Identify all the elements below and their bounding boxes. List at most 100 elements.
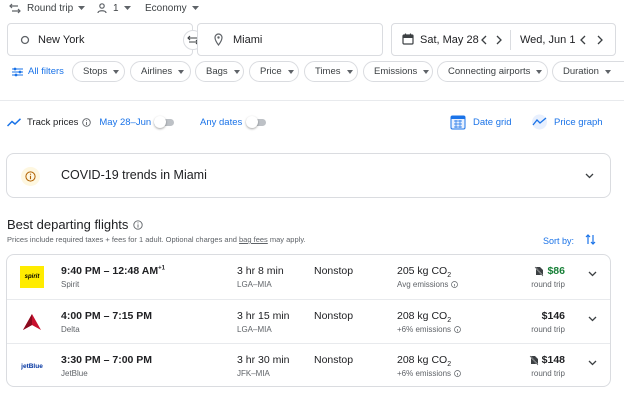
co2-text: 205 kg CO [397, 265, 448, 277]
depart-date[interactable]: Sat, May 28 [420, 34, 479, 46]
caret-down-icon [536, 69, 543, 74]
filter-label: Stops [83, 66, 108, 77]
airline-name: JetBlue [61, 369, 88, 378]
co2-amount: 208 kg CO2 [397, 354, 451, 368]
flight-row-jetblue[interactable]: jetBlue 3:30 PM – 7:00 PM JetBlue 3 hr 3… [7, 343, 610, 386]
filter-label: Airlines [141, 66, 173, 77]
track-dates-toggle[interactable] [154, 116, 176, 128]
trip-type-label: Round trip [27, 2, 74, 14]
airline-name: Delta [61, 325, 80, 334]
person-icon [97, 2, 107, 14]
bag-fees-link[interactable]: bag fees [239, 235, 268, 244]
jetblue-logo-text: jetBlue [21, 362, 43, 370]
emissions-note: Avg emissions [397, 280, 459, 289]
caret-down-icon [604, 69, 611, 74]
caret-down-icon [191, 6, 199, 10]
all-filters-button[interactable]: All filters [12, 66, 64, 77]
dates-field[interactable]: Sat, May 28 Wed, Jun 1 [391, 23, 616, 56]
caret-down-icon [346, 69, 353, 74]
track-any-dates-toggle[interactable] [246, 116, 268, 128]
filter-label: Duration [563, 66, 599, 77]
return-date[interactable]: Wed, Jun 1 [520, 34, 575, 46]
date-grid-icon [450, 114, 466, 130]
flight-row-spirit[interactable]: spirit 9:40 PM – 12:48 AM+1 Spirit 3 hr … [7, 255, 610, 299]
origin-circle-icon [20, 35, 30, 45]
depart-next-chevron-icon[interactable] [496, 35, 502, 45]
passengers-select[interactable]: 1 [97, 0, 131, 16]
filter-duration[interactable]: Duration [552, 61, 624, 82]
results-heading-text: Best departing flights [7, 217, 129, 232]
price-value: $86 [547, 265, 565, 277]
filter-times[interactable]: Times [304, 61, 358, 82]
cabin-class-label: Economy [145, 2, 187, 14]
info-icon[interactable] [454, 326, 461, 333]
filter-airlines[interactable]: Airlines [130, 61, 191, 82]
price-graph-icon [531, 114, 548, 130]
filter-label: Bags [206, 66, 228, 77]
tracked-date-range: May 28–Jun 1 [99, 117, 160, 128]
filter-label: Times [315, 66, 341, 77]
cabin-class-select[interactable]: Economy [145, 0, 199, 16]
price-tag-crossed-icon [534, 266, 544, 277]
origin-field[interactable]: New York [7, 23, 193, 56]
flight-stops: Nonstop [314, 354, 354, 366]
info-warning-icon [21, 167, 40, 186]
info-icon[interactable] [82, 118, 92, 127]
filter-emissions[interactable]: Emissions [363, 61, 433, 82]
filter-label: Emissions [374, 66, 418, 77]
caret-down-icon [123, 6, 131, 10]
price: $146 [542, 310, 565, 322]
price-value: $146 [541, 310, 565, 322]
trip-type-select[interactable]: Round trip [9, 0, 86, 16]
price-value: $148 [541, 354, 565, 366]
passengers-count: 1 [113, 2, 119, 14]
depart-prev-chevron-icon[interactable] [481, 35, 487, 45]
filter-bags[interactable]: Bags [195, 61, 244, 82]
flight-stops: Nonstop [314, 265, 354, 277]
sliders-icon [12, 67, 23, 77]
return-prev-chevron-icon[interactable] [580, 35, 586, 45]
chevron-down-icon[interactable] [588, 316, 597, 322]
co2-subscript: 2 [447, 272, 452, 280]
date-grid-button[interactable]: Date grid [450, 114, 512, 130]
sort-arrows-icon[interactable] [585, 233, 596, 246]
chevron-down-icon[interactable] [588, 271, 597, 277]
swap-arrows-icon [9, 3, 21, 14]
flight-duration: 3 hr 8 min [237, 265, 284, 277]
track-prices: Track prices May 28–Jun 1 [7, 117, 159, 128]
flight-route: JFK–MIA [237, 369, 270, 378]
flight-stops: Nonstop [314, 310, 354, 322]
co2-subscript: 2 [447, 317, 452, 325]
emissions-note: +6% emissions [397, 369, 461, 378]
price-type: round trip [531, 369, 565, 378]
filter-connecting-airports[interactable]: Connecting airports [437, 61, 548, 82]
divider [0, 100, 624, 101]
emissions-note-text: +6% emissions [397, 369, 452, 378]
origin-value: New York [38, 34, 85, 46]
airline-name: Spirit [61, 280, 80, 289]
info-icon[interactable] [133, 219, 144, 230]
location-pin-icon [214, 33, 223, 46]
info-icon[interactable] [454, 370, 461, 377]
filter-price[interactable]: Price [249, 61, 299, 82]
destination-field[interactable]: Miami [197, 23, 383, 56]
track-prices-label: Track prices [27, 117, 79, 128]
flight-duration: 3 hr 30 min [237, 354, 290, 366]
price-graph-button[interactable]: Price graph [531, 114, 603, 130]
calendar-icon [402, 33, 414, 45]
co2-text: 208 kg CO [397, 354, 448, 366]
results-heading: Best departing flights [7, 217, 144, 232]
info-icon[interactable] [451, 281, 459, 288]
chevron-down-icon[interactable] [588, 360, 597, 366]
results-note-prefix: Prices include required taxes + fees for… [7, 235, 240, 244]
filter-stops[interactable]: Stops [72, 61, 125, 82]
flight-row-delta[interactable]: 4:00 PM – 7:15 PM Delta 3 hr 15 min LGA–… [7, 299, 610, 343]
flight-times: 9:40 PM – 12:48 AM+1 [61, 265, 165, 277]
price: $86 [534, 265, 565, 277]
delta-logo [20, 311, 44, 333]
return-next-chevron-icon[interactable] [597, 35, 603, 45]
covid-trends-card[interactable]: COVID-19 trends in Miami [6, 153, 611, 198]
filter-label: Price [260, 66, 282, 77]
sort-by-label[interactable]: Sort by: [543, 236, 574, 246]
destination-value: Miami [233, 34, 263, 46]
